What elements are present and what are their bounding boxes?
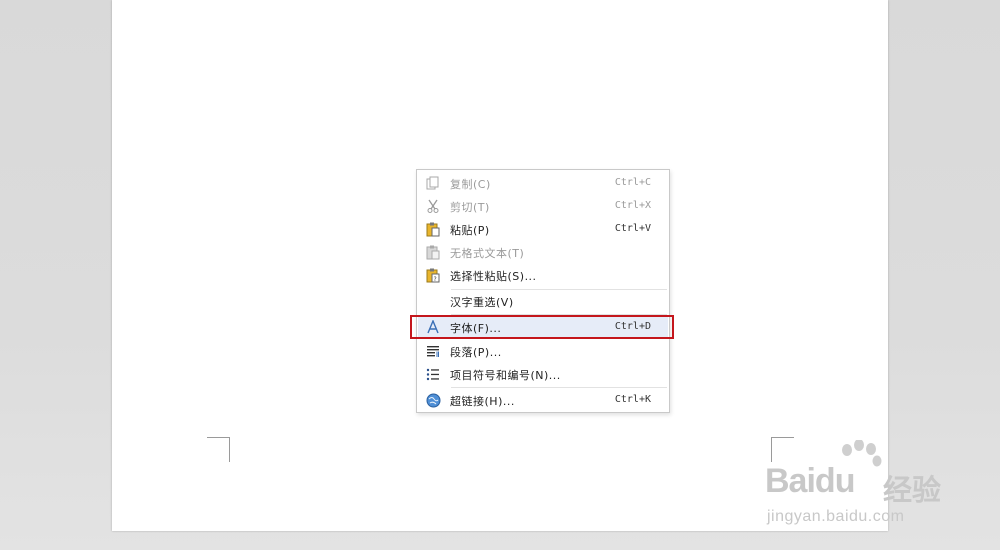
baidu-jingyan-watermark: Baidu 经验 jingyan.baidu.com (765, 439, 985, 530)
menu-item-label: 剪切(T) (450, 201, 490, 214)
menu-item-label: 粘贴(P) (450, 224, 490, 237)
hyperlink-globe-icon (425, 392, 441, 408)
watermark-product: 经验 (883, 473, 942, 507)
watermark-brand: Baidu (765, 462, 855, 500)
menu-item-label: 汉字重选(V) (450, 296, 514, 309)
menu-item-shortcut: Ctrl+X (614, 200, 651, 211)
menu-item-hanzi-reselect[interactable]: 汉字重选(V) (418, 290, 668, 312)
paragraph-icon (425, 343, 441, 359)
menu-item-shortcut: Ctrl+K (614, 394, 651, 405)
highlight-annotation-box (410, 315, 674, 339)
context-menu: 复制(C) Ctrl+C 剪切(T) Ctrl+X 粘贴(P) Ctrl+V 无… (416, 169, 670, 413)
menu-item-copy[interactable]: 复制(C) Ctrl+C (418, 172, 668, 194)
menu-item-label: 无格式文本(T) (450, 247, 525, 260)
menu-item-label: 选择性粘贴(S)... (450, 270, 537, 283)
scissors-icon (425, 198, 441, 214)
menu-item-label: 项目符号和编号(N)... (450, 369, 561, 382)
watermark-url: jingyan.baidu.com (767, 508, 905, 525)
menu-separator (451, 387, 667, 388)
menu-item-paragraph[interactable]: 段落(P)... (418, 340, 668, 362)
menu-item-bullets-numbering[interactable]: 项目符号和编号(N)... (418, 363, 668, 385)
bullet-list-icon (425, 366, 441, 382)
paste-icon (425, 221, 441, 237)
paste-plain-text-icon (425, 244, 441, 260)
menu-item-paste[interactable]: 粘贴(P) Ctrl+V (418, 218, 668, 240)
menu-item-label: 复制(C) (450, 178, 491, 191)
menu-item-hyperlink[interactable]: 超链接(H)... Ctrl+K (418, 389, 668, 411)
menu-item-label: 超链接(H)... (450, 395, 515, 408)
menu-item-paste-special[interactable]: ? 选择性粘贴(S)... (418, 264, 668, 286)
menu-item-paste-plain-text[interactable]: 无格式文本(T) (418, 241, 668, 263)
menu-item-shortcut: Ctrl+V (614, 223, 651, 234)
menu-item-label: 段落(P)... (450, 346, 502, 359)
page-margin-corner-left (207, 437, 230, 462)
svg-text:?: ? (434, 276, 437, 283)
paste-special-icon: ? (425, 267, 441, 283)
menu-item-shortcut: Ctrl+C (614, 177, 651, 188)
menu-item-cut[interactable]: 剪切(T) Ctrl+X (418, 195, 668, 217)
copy-icon (425, 175, 441, 191)
